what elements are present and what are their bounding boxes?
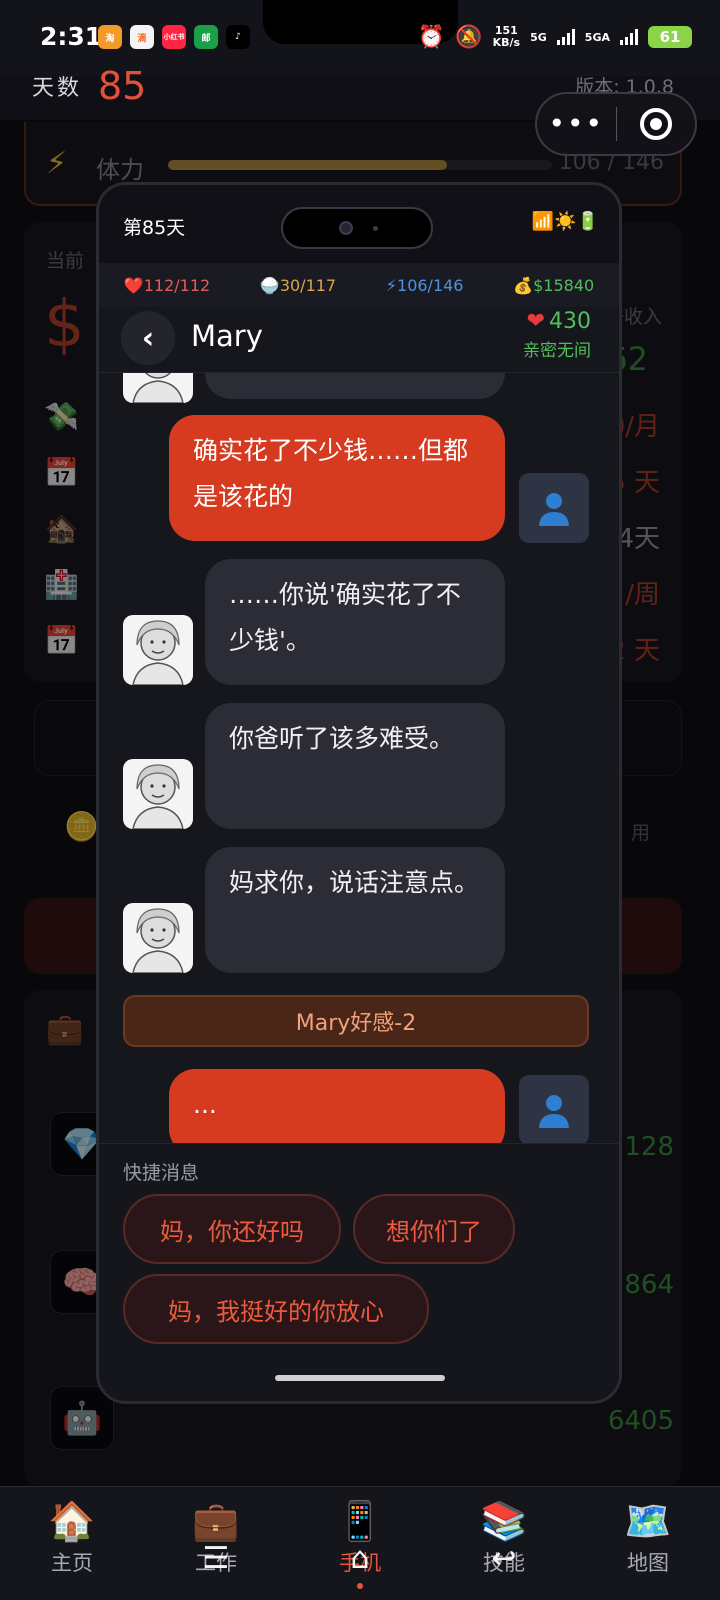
phone-icon: 📱	[336, 1499, 384, 1543]
energy-stat: ⚡106/146	[385, 275, 464, 295]
signal-icon	[556, 29, 575, 45]
affection-indicator: ❤ 430 亲密无间	[523, 309, 591, 361]
dynamic-island	[281, 207, 433, 249]
close-miniprogram-button[interactable]	[617, 108, 696, 140]
mary-avatar	[123, 615, 193, 685]
active-indicator-dot	[357, 1583, 363, 1589]
nav-item-map[interactable]: 🗺️ 地图	[576, 1487, 720, 1600]
more-menu-button[interactable]: •••	[537, 110, 616, 138]
tiktok-app-icon: ♪	[226, 25, 250, 49]
nav-item-skills[interactable]: 📚 技能 ↩	[432, 1487, 576, 1600]
post-app-icon: 邮	[194, 25, 218, 49]
clock: 2:31	[40, 22, 103, 51]
day-counter-value: 85	[98, 64, 147, 108]
quick-message-chip[interactable]: 妈，你还好吗	[123, 1194, 341, 1264]
incoming-message-bubble: ……你说'确实花了不少钱'。	[205, 559, 505, 685]
player-stats-bar: ❤️112/112 🍚30/117 ⚡106/146 💰$15840	[99, 263, 619, 307]
affection-value: 430	[549, 309, 591, 334]
incoming-message-bubble	[205, 373, 505, 399]
network-type-5g: 5G	[530, 30, 547, 44]
quick-message-chip[interactable]: 妈，我挺好的你放心	[123, 1274, 429, 1344]
money-stat: 💰$15840	[513, 275, 595, 295]
map-icon: 🗺️	[624, 1499, 672, 1543]
player-avatar	[519, 473, 589, 543]
quick-messages-panel: 快捷消息 妈，你还好吗 想你们了 妈，我挺好的你放心	[99, 1143, 619, 1401]
affection-change-notice: Mary好感-2	[123, 995, 589, 1047]
system-menu-icon[interactable]: ☰	[203, 1541, 230, 1576]
taobao-app-icon: 淘	[98, 25, 122, 49]
nav-item-work[interactable]: 💼 工作 ☰	[144, 1487, 288, 1600]
home-icon: 🏠	[48, 1499, 96, 1543]
outgoing-message-bubble: 确实花了不少钱……但都是该花的	[169, 415, 505, 541]
nav-item-phone[interactable]: 📱 手机 ⌂	[288, 1487, 432, 1600]
health-stat: ❤️112/112	[123, 275, 211, 295]
camera-lens-icon	[339, 221, 353, 235]
mary-avatar	[123, 759, 193, 829]
player-avatar	[519, 1075, 589, 1143]
food-stat: 🍚30/117	[259, 275, 337, 295]
chat-header: ‹ Mary ❤ 430 亲密无间	[99, 307, 619, 373]
affection-level: 亲密无间	[523, 341, 591, 361]
miniprogram-capsule: •••	[535, 92, 697, 156]
system-back-icon[interactable]: ↩	[491, 1541, 516, 1576]
phone-status-bar: 第85天 📶☀️🔋	[99, 185, 619, 263]
briefcase-icon: 💼	[192, 1499, 240, 1543]
battery-icon: 61	[648, 26, 692, 48]
quick-message-chip[interactable]: 想你们了	[353, 1194, 515, 1264]
contact-name: Mary	[191, 319, 263, 353]
user-silhouette-icon	[539, 493, 569, 526]
xiaohongshu-app-icon: 小红书	[162, 25, 186, 49]
user-silhouette-icon	[539, 1095, 569, 1128]
didi-app-icon: 滴	[130, 25, 154, 49]
nav-item-home[interactable]: 🏠 主页	[0, 1487, 144, 1600]
alarm-icon: ⏰	[417, 24, 446, 50]
network-speed: 151 KB/s	[492, 24, 521, 49]
mary-avatar	[123, 903, 193, 973]
books-icon: 📚	[480, 1499, 528, 1543]
outgoing-message-bubble: ...	[169, 1069, 505, 1143]
nav-label: 主页	[51, 1551, 93, 1575]
day-counter-label: 天数	[32, 76, 83, 101]
status-indicators: ⏰ 🔕 151 KB/s 5G 5GA 61	[418, 22, 692, 52]
target-circle-icon	[639, 108, 672, 140]
mute-bell-icon: 🔕	[455, 24, 483, 50]
nav-label: 地图	[627, 1551, 669, 1575]
network-type-5ga: 5GA	[584, 30, 610, 44]
phone-day-label: 第85天	[123, 217, 186, 239]
phone-home-indicator	[275, 1375, 445, 1381]
incoming-message-bubble: 妈求你，说话注意点。	[205, 847, 505, 973]
incoming-message-bubble: 你爸听了该多难受。	[205, 703, 505, 829]
quick-messages-title: 快捷消息	[123, 1162, 200, 1184]
mary-avatar	[123, 373, 193, 403]
phone-status-icons: 📶☀️🔋	[531, 211, 599, 232]
back-button[interactable]: ‹	[121, 311, 175, 365]
heart-icon: ❤	[526, 309, 545, 334]
system-home-icon[interactable]: ⌂	[350, 1541, 369, 1576]
bottom-navigation: 🏠 主页 💼 工作 ☰ 📱 手机 ⌂ 📚 技能 ↩ 🗺️ 地图	[0, 1486, 720, 1600]
signal-icon-2	[620, 29, 638, 45]
sensor-dot	[373, 226, 378, 231]
in-game-phone: 第85天 📶☀️🔋 ❤️112/112 🍚30/117 ⚡106/146 💰$1…	[96, 182, 622, 1404]
chat-messages: 确实花了不少钱……但都是该花的 ……你说'确实花了不少钱'。 你爸听了该多难受。…	[99, 373, 619, 1143]
